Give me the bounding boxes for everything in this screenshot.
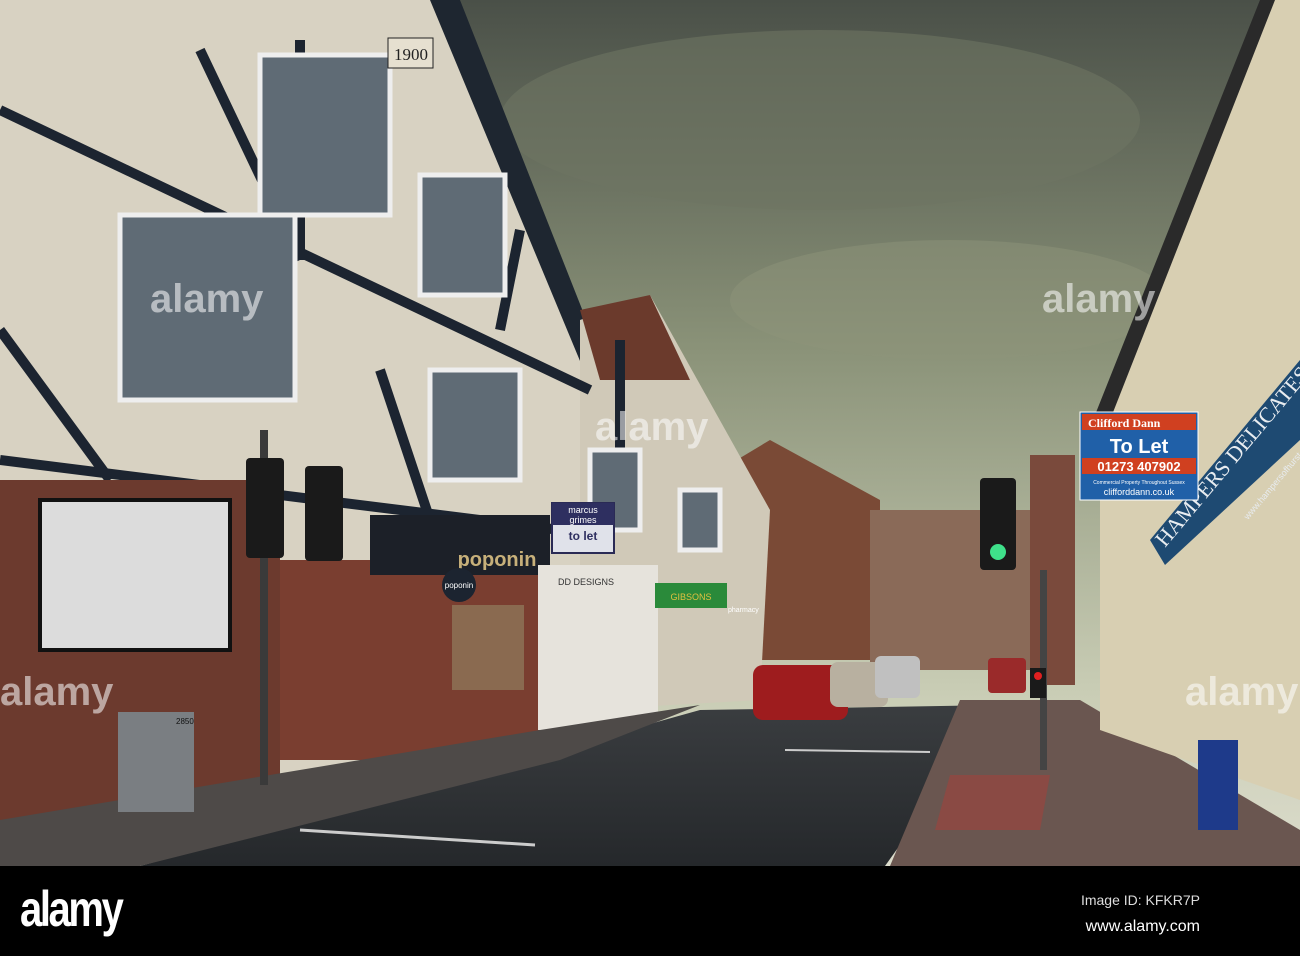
green-light bbox=[990, 544, 1006, 560]
website: clifforddann.co.uk bbox=[1104, 487, 1175, 497]
svg-text:alamy: alamy bbox=[1042, 277, 1156, 321]
year-plaque-text: 1900 bbox=[394, 45, 428, 64]
a-board bbox=[1198, 740, 1238, 830]
red-man-light bbox=[1034, 672, 1042, 680]
car bbox=[875, 656, 920, 698]
footer-bar: alamy Image ID: KFKR7P www.alamy.com bbox=[0, 866, 1300, 956]
site-url[interactable]: www.alamy.com bbox=[1086, 918, 1200, 936]
utility-box-number: 2850 bbox=[176, 717, 194, 726]
pharmacy-sign: pharmacy bbox=[728, 607, 759, 614]
svg-text:alamy: alamy bbox=[0, 670, 114, 714]
tagline: Commercial Property Throughout Sussex bbox=[1093, 480, 1185, 486]
van bbox=[988, 658, 1026, 693]
agency-name: Clifford Dann bbox=[1088, 416, 1161, 430]
sign-text: marcus bbox=[568, 505, 598, 515]
distant-building-red bbox=[1030, 455, 1075, 685]
utility-box bbox=[118, 712, 194, 812]
image-id: Image ID: KFKR7P bbox=[1080, 892, 1200, 908]
street-photo: 1900 poponin poponin DD DESIGNS marcus g… bbox=[0, 0, 1300, 866]
poponin-sign: poponin bbox=[458, 549, 537, 571]
green-shop-sign: GIBSONS bbox=[670, 592, 711, 602]
to-let-headline: To Let bbox=[1110, 436, 1169, 458]
poponin-round-sign-text: poponin bbox=[445, 581, 473, 590]
sign-text: grimes bbox=[569, 515, 597, 525]
alamy-logo[interactable]: alamy bbox=[20, 880, 124, 938]
traffic-light bbox=[305, 466, 343, 561]
svg-text:alamy: alamy bbox=[1185, 670, 1299, 714]
svg-text:alamy: alamy bbox=[150, 277, 264, 321]
to-let-board: Clifford Dann To Let 01273 407902 Commer… bbox=[1079, 411, 1199, 501]
white-shopfront bbox=[538, 565, 658, 730]
traffic-light bbox=[246, 458, 284, 558]
svg-text:alamy: alamy bbox=[595, 405, 709, 449]
cloud bbox=[500, 30, 1140, 210]
shop-window bbox=[38, 498, 232, 652]
designs-sign: DD DESIGNS bbox=[558, 577, 614, 587]
shop-display-window bbox=[452, 605, 524, 690]
phone-number: 01273 407902 bbox=[1097, 459, 1180, 474]
tactile-paving bbox=[935, 775, 1050, 830]
sign-text: to let bbox=[569, 529, 598, 543]
